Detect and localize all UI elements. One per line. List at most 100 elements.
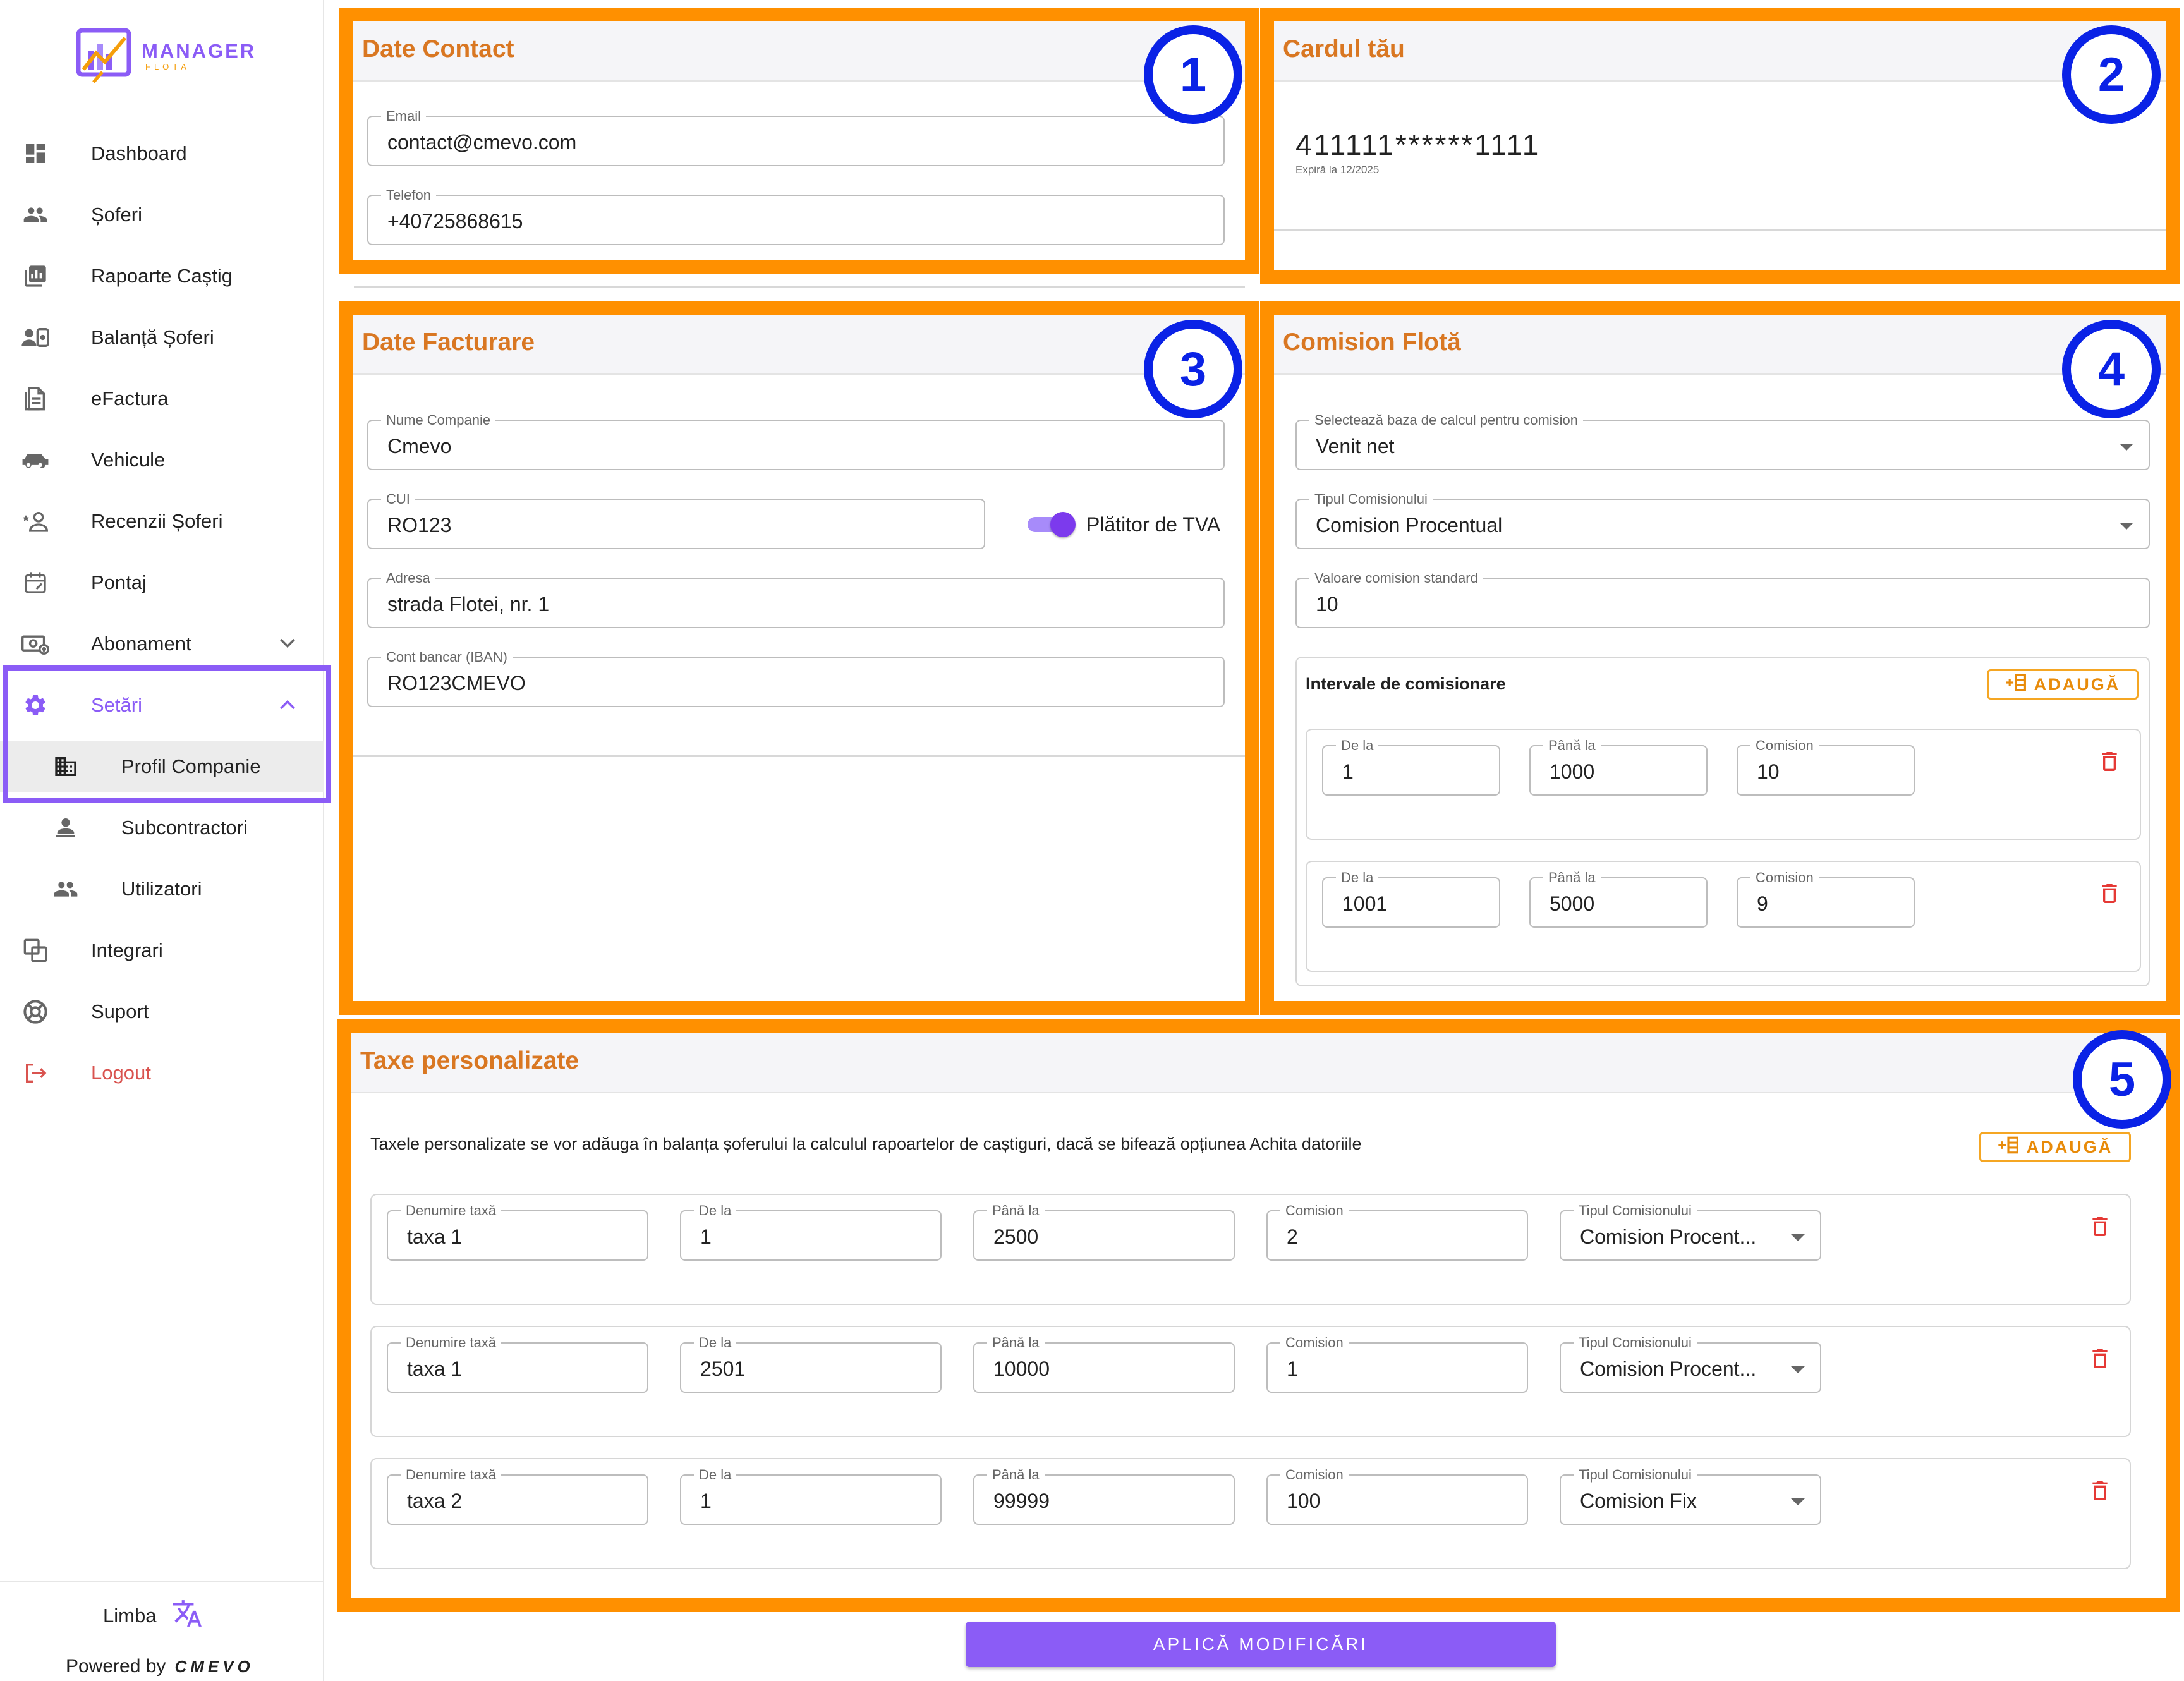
- tax-name-field[interactable]: Denumire taxă taxa 2: [387, 1467, 648, 1525]
- caret-down-icon: [1791, 1498, 1805, 1505]
- add-tax-button[interactable]: ADAUGĂ: [1979, 1132, 2131, 1162]
- sidebar-item-dashboard[interactable]: Dashboard: [0, 128, 324, 179]
- commission-base-value: Venit net: [1316, 435, 1395, 458]
- interval-commission-field[interactable]: Comision 10: [1737, 737, 1915, 796]
- reports-icon: [21, 262, 49, 290]
- tax-from-field[interactable]: De la 2501: [680, 1335, 942, 1393]
- interval-commission-value: 10: [1757, 760, 1780, 783]
- sidebar-item-integrations[interactable]: Integrari: [0, 925, 324, 976]
- sidebar-item-logout[interactable]: Logout: [0, 1048, 324, 1098]
- address-label: Adresa: [381, 570, 435, 586]
- phone-label: Telefon: [381, 187, 436, 203]
- badge-1: 1: [1144, 25, 1242, 124]
- logo-title: MANAGER: [142, 39, 257, 62]
- sidebar-item-reports[interactable]: Rapoarte Caștig: [0, 251, 324, 301]
- interval-commission-value: 9: [1757, 892, 1768, 915]
- tax-type-value: Comision Fix: [1580, 1490, 1697, 1512]
- custom-taxes-card: Taxe personalizate Taxele personalizate …: [337, 1019, 2180, 1612]
- address-field[interactable]: Adresa strada Flotei, nr. 1: [367, 570, 1225, 628]
- card-number: 411111******1111: [1295, 128, 1541, 161]
- trash-icon[interactable]: [2097, 880, 2122, 907]
- sidebar-item-label: Utilizatori: [121, 878, 202, 900]
- tax-type-select[interactable]: Tipul Comisionului Comision Fix: [1560, 1467, 1821, 1525]
- billing-card-title: Date Facturare: [362, 329, 535, 356]
- card-expiry: Expiră la 12/2025: [1295, 164, 1380, 176]
- vat-toggle[interactable]: [1028, 512, 1076, 537]
- tax-to-field[interactable]: Până la 2500: [973, 1203, 1235, 1261]
- trash-icon[interactable]: [2087, 1477, 2113, 1505]
- tax-type-label: Tipul Comisionului: [1574, 1467, 1697, 1483]
- tax-name-field[interactable]: Denumire taxă taxa 1: [387, 1335, 648, 1393]
- app-logo[interactable]: MANAGER FLOTA: [75, 25, 256, 86]
- interval-commission-field[interactable]: Comision 9: [1737, 870, 1915, 928]
- apply-changes-button[interactable]: APLICĂ MODIFICĂRI: [966, 1622, 1556, 1667]
- users-icon: [52, 875, 80, 903]
- trash-icon[interactable]: [2087, 1345, 2113, 1373]
- standard-commission-value: 10: [1316, 593, 1338, 616]
- tax-type-select[interactable]: Tipul Comisionului Comision Procent...: [1560, 1203, 1821, 1261]
- cui-field[interactable]: CUI RO123: [367, 491, 985, 549]
- sidebar-item-label: Integrari: [91, 939, 163, 961]
- payment-card-header: Cardul tău: [1274, 21, 2166, 82]
- caret-down-icon: [2120, 523, 2133, 530]
- sidebar-footer-divider: [0, 1581, 323, 1582]
- translate-icon: [171, 1598, 203, 1634]
- interval-from-field[interactable]: De la 1: [1322, 737, 1500, 796]
- interval-from-field[interactable]: De la 1001: [1322, 870, 1500, 928]
- sidebar-item-label: Șoferi: [91, 203, 142, 226]
- sidebar-item-label: Vehicule: [91, 449, 166, 471]
- interval-to-value: 1000: [1550, 760, 1595, 783]
- tax-from-field[interactable]: De la 1: [680, 1467, 942, 1525]
- tax-from-label: De la: [694, 1335, 737, 1351]
- trash-icon[interactable]: [2087, 1213, 2113, 1241]
- interval-to-field[interactable]: Până la 1000: [1529, 737, 1708, 796]
- tax-name-value: taxa 2: [407, 1490, 463, 1512]
- tax-name-field[interactable]: Denumire taxă taxa 1: [387, 1203, 648, 1261]
- sidebar-item-label: Subcontractori: [121, 816, 248, 839]
- caret-down-icon: [2120, 444, 2133, 451]
- tax-commission-field[interactable]: Comision 100: [1266, 1467, 1528, 1525]
- commission-base-select[interactable]: Selectează baza de calcul pentru comisio…: [1295, 412, 2150, 470]
- tax-to-field[interactable]: Până la 10000: [973, 1335, 1235, 1393]
- sidebar-item-users[interactable]: Utilizatori: [0, 864, 324, 914]
- commission-type-select[interactable]: Tipul Comisionului Comision Procentual: [1295, 491, 2150, 549]
- tax-to-label: Până la: [987, 1335, 1045, 1351]
- sidebar-item-support[interactable]: Suport: [0, 986, 324, 1037]
- email-field[interactable]: Email contact@cmevo.com: [367, 108, 1225, 166]
- billing-card-header: Date Facturare: [353, 315, 1245, 375]
- iban-value: RO123CMEVO: [387, 672, 526, 695]
- sidebar-item-efactura[interactable]: eFactura: [0, 373, 324, 424]
- standard-commission-field[interactable]: Valoare comision standard 10: [1295, 570, 2150, 628]
- cui-value: RO123: [387, 514, 452, 537]
- company-name-field[interactable]: Nume Companie Cmevo: [367, 412, 1225, 470]
- tax-type-label: Tipul Comisionului: [1574, 1203, 1697, 1219]
- add-interval-button[interactable]: ADAUGĂ: [1987, 669, 2138, 700]
- contact-card-title: Date Contact: [362, 35, 514, 63]
- iban-field[interactable]: Cont bancar (IBAN) RO123CMEVO: [367, 649, 1225, 707]
- sidebar-item-subscription[interactable]: Abonament: [0, 619, 324, 669]
- interval-to-field[interactable]: Până la 5000: [1529, 870, 1708, 928]
- sidebar-item-label: eFactura: [91, 387, 169, 410]
- sidebar-item-balance[interactable]: Balanță Șoferi: [0, 312, 324, 363]
- tax-row: Denumire taxă taxa 2 De la 1 Până la 999…: [370, 1458, 2131, 1569]
- sidebar-item-drivers[interactable]: Șoferi: [0, 190, 324, 240]
- phone-field[interactable]: Telefon +40725868615: [367, 187, 1225, 245]
- sidebar-item-vehicles[interactable]: Vehicule: [0, 435, 324, 485]
- tax-name-value: taxa 1: [407, 1225, 463, 1248]
- trash-icon[interactable]: [2097, 748, 2122, 775]
- tax-from-field[interactable]: De la 1: [680, 1203, 942, 1261]
- payment-card-divider: [1274, 229, 2166, 231]
- sidebar-item-reviews[interactable]: Recenzii Șoferi: [0, 496, 324, 547]
- add-row-icon: [2005, 673, 2027, 696]
- tax-commission-field[interactable]: Comision 1: [1266, 1335, 1528, 1393]
- tax-type-select[interactable]: Tipul Comisionului Comision Procent...: [1560, 1335, 1821, 1393]
- sidebar-item-subcontractors[interactable]: Subcontractori: [0, 803, 324, 853]
- cmevo-logo[interactable]: CMEVO: [174, 1657, 253, 1677]
- tax-commission-label: Comision: [1280, 1335, 1349, 1351]
- interval-row: De la 1 Până la 1000 Comision 10: [1306, 729, 2141, 840]
- tax-commission-label: Comision: [1280, 1467, 1349, 1483]
- tax-commission-field[interactable]: Comision 2: [1266, 1203, 1528, 1261]
- sidebar-item-timesheet[interactable]: Pontaj: [0, 557, 324, 608]
- tax-to-field[interactable]: Până la 99999: [973, 1467, 1235, 1525]
- language-selector[interactable]: Limba: [103, 1598, 203, 1634]
